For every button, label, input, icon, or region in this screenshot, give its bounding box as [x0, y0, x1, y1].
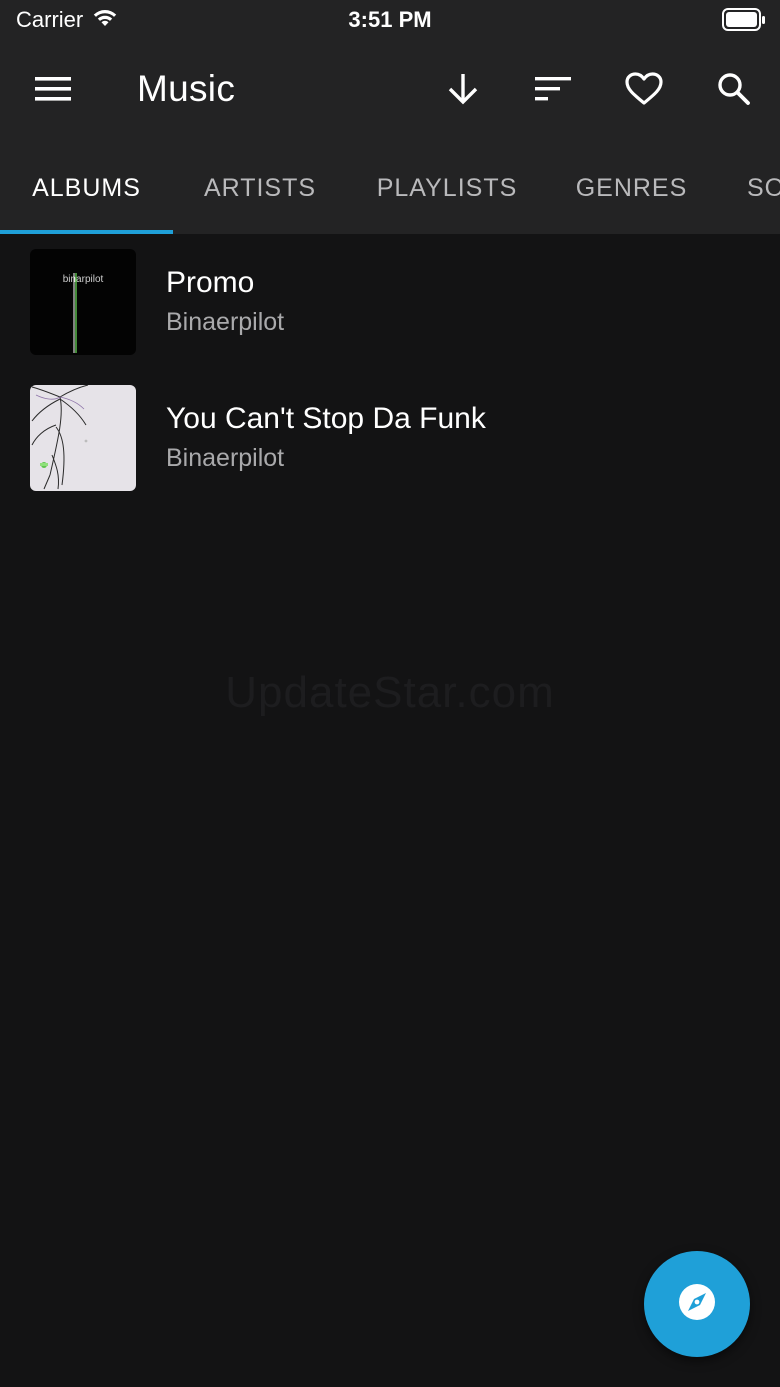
- album-title: You Can't Stop Da Funk: [166, 402, 486, 435]
- status-time: 3:51 PM: [348, 7, 432, 32]
- tab-playlists[interactable]: PLAYLISTS: [347, 142, 547, 234]
- album-title: Promo: [166, 266, 255, 299]
- tab-songs[interactable]: SO: [716, 142, 780, 234]
- menu-icon: [35, 76, 71, 107]
- watermark: UpdateStar.com: [225, 668, 555, 717]
- page-title: Music: [137, 68, 236, 109]
- search-icon: [717, 72, 751, 111]
- app-bar: Music: [0, 40, 780, 142]
- album-artist: Binaerpilot: [166, 444, 285, 472]
- tab-genres[interactable]: GENRES: [547, 142, 716, 234]
- album-list: binarpilot Promo Binaerpilot You Can't S…: [0, 234, 780, 506]
- favorites-button[interactable]: [616, 63, 672, 119]
- sort-button[interactable]: [525, 63, 581, 119]
- album-cover: binarpilot: [30, 249, 136, 355]
- download-icon: [447, 72, 479, 111]
- screen: Carrier 3:51 PM Music ALBUMS ARTISTS PLA…: [0, 0, 780, 1387]
- status-bar: Carrier 3:51 PM: [0, 0, 780, 40]
- album-artist: Binaerpilot: [166, 308, 285, 336]
- compass-icon: [677, 1282, 717, 1327]
- download-button[interactable]: [435, 63, 491, 119]
- heart-icon: [625, 71, 663, 111]
- explore-fab-button[interactable]: [644, 1251, 750, 1357]
- search-button[interactable]: [706, 63, 762, 119]
- tab-bar: ALBUMS ARTISTS PLAYLISTS GENRES SO: [0, 142, 780, 234]
- sort-icon: [535, 76, 571, 107]
- tab-artists[interactable]: ARTISTS: [173, 142, 347, 234]
- album-cover: [30, 385, 136, 491]
- tab-albums[interactable]: ALBUMS: [0, 142, 173, 234]
- battery-icon: [722, 8, 766, 38]
- list-item[interactable]: You Can't Stop Da Funk Binaerpilot: [0, 370, 780, 506]
- menu-button[interactable]: [25, 63, 81, 119]
- list-item[interactable]: binarpilot Promo Binaerpilot: [0, 234, 780, 370]
- cover-text: binarpilot: [63, 274, 104, 285]
